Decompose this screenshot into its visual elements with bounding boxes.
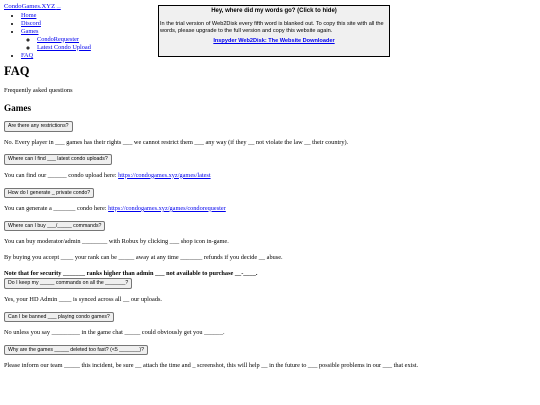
- popup-footer: Inspyder Web2Disk: The Website Downloade…: [159, 38, 389, 45]
- faq-answer-generate-condo: You can generate a _______ condo here: h…: [4, 205, 536, 213]
- nav-link-games[interactable]: Games: [21, 28, 39, 35]
- nav-link-discord[interactable]: Discord: [21, 20, 41, 27]
- trial-notice-popup[interactable]: Hey, where did my words go? (Click to hi…: [158, 5, 390, 57]
- faq-question-restrictions[interactable]: Are there any restrictions?: [4, 121, 73, 132]
- page-content: CondoGames.XYZ — Home Discord Games Cond…: [4, 3, 536, 378]
- nav-link-home[interactable]: Home: [21, 12, 36, 19]
- faq-question-games-deleted[interactable]: Why are the games _____ deleted too fast…: [4, 344, 148, 355]
- web2disk-link[interactable]: Inspyder Web2Disk: The Website Downloade…: [213, 38, 334, 44]
- arrow-icon: —: [56, 4, 61, 9]
- security-note: Note that for security _______ ranks hig…: [4, 269, 258, 277]
- section-title: Games: [4, 102, 32, 113]
- faq-answer-refunds: By buying you accept ____ your rank can …: [4, 253, 283, 261]
- condorequester-link[interactable]: https://condogames.xyz/games/condoreques…: [108, 205, 226, 212]
- faq-question-generate-condo[interactable]: How do I generate _ private condo?: [4, 187, 95, 198]
- faq-question-latest-uploads[interactable]: Where can I find ___ latest condo upload…: [4, 154, 112, 165]
- page-subtitle: Frequently asked questions: [4, 87, 73, 95]
- popup-body: In the trial version of Web2Disk every f…: [160, 20, 384, 34]
- faq-question-buy-commands[interactable]: Where can I buy ___/_____ commands?: [4, 220, 106, 231]
- faq-answer-restrictions: No. Every player in ___ games has their …: [4, 138, 349, 146]
- nav-link-latest-upload[interactable]: Latest Condo Upload: [37, 44, 91, 51]
- faq-question-banned[interactable]: Can I be banned ___ playing condo games?: [4, 311, 114, 322]
- nav-link-condorequester[interactable]: CondoRequester: [37, 36, 79, 43]
- faq-answer-buy-commands: You can buy moderator/admin ________ wit…: [4, 237, 229, 245]
- faq-answer-games-deleted: Please inform our team _____ this incide…: [4, 361, 419, 369]
- answer-text: You can find our ______ condo upload her…: [4, 171, 119, 179]
- nav-link-faq[interactable]: FAQ: [21, 52, 33, 59]
- page-title: FAQ: [4, 64, 30, 79]
- faq-answer-latest-uploads: You can find our ______ condo upload her…: [4, 172, 536, 180]
- faq-question-keep-commands[interactable]: Do I keep my _____ commands on all the _…: [4, 278, 133, 289]
- latest-upload-link[interactable]: https://condogames.xyz/games/latest: [118, 172, 211, 179]
- answer-text: You can generate a _______ condo here:: [4, 204, 109, 212]
- faq-answer-keep-commands: Yes, your HD Admin ____ is synced across…: [4, 295, 162, 303]
- popup-title[interactable]: Hey, where did my words go? (Click to hi…: [159, 8, 389, 16]
- faq-answer-banned: No unless you say _________ in the game …: [4, 328, 225, 336]
